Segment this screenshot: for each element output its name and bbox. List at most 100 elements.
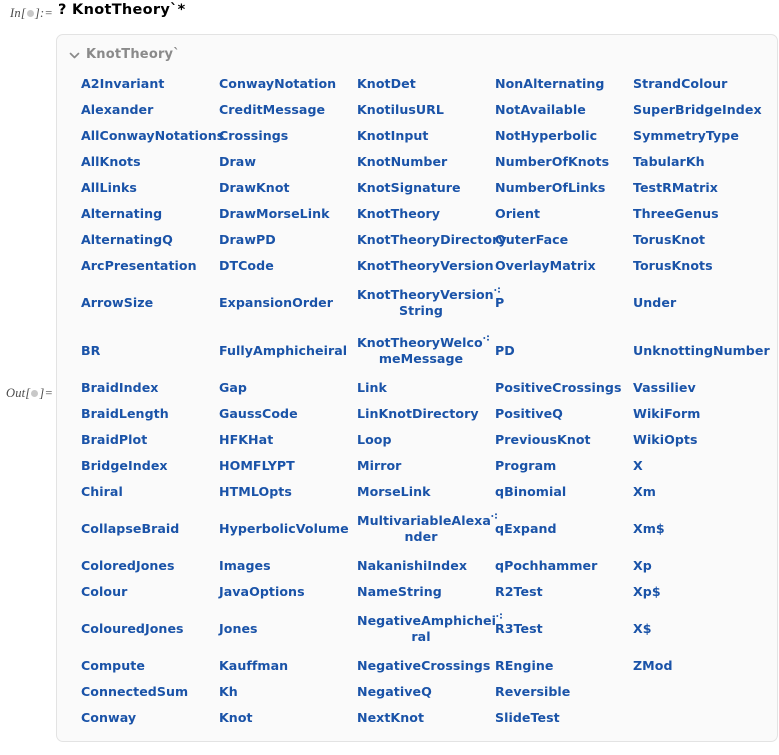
symbol-link[interactable]: NakanishiIndex	[357, 558, 467, 574]
symbol-link[interactable]: ZMod	[633, 658, 673, 674]
symbol-link[interactable]: KnotSignature	[357, 180, 461, 196]
symbol-link[interactable]: ColouredJones	[81, 621, 184, 637]
symbol-link[interactable]: PositiveQ	[495, 406, 563, 422]
symbol-link[interactable]: SlideTest	[495, 710, 560, 726]
symbol-link[interactable]: KnotTheoryVersion String	[357, 287, 500, 319]
symbol-link[interactable]: Under	[633, 295, 676, 311]
symbol-link[interactable]: Draw	[219, 154, 256, 170]
symbol-link[interactable]: GaussCode	[219, 406, 298, 422]
symbol-link[interactable]: Chiral	[81, 484, 123, 500]
symbol-link[interactable]: ConwayNotation	[219, 76, 336, 92]
symbol-link[interactable]: TestRMatrix	[633, 180, 718, 196]
symbol-link[interactable]: Mirror	[357, 458, 401, 474]
symbol-link[interactable]: JavaOptions	[219, 584, 305, 600]
symbol-link[interactable]: Images	[219, 558, 271, 574]
symbol-link[interactable]: AllKnots	[81, 154, 141, 170]
symbol-link[interactable]: NameString	[357, 584, 442, 600]
chevron-down-icon[interactable]	[69, 50, 80, 61]
symbol-link[interactable]: NonAlternating	[495, 76, 604, 92]
symbol-link[interactable]: PD	[495, 343, 515, 359]
symbol-link[interactable]: CreditMessage	[219, 102, 325, 118]
symbol-link[interactable]: SuperBridgeIndex	[633, 102, 762, 118]
symbol-link[interactable]: HOMFLYPT	[219, 458, 295, 474]
symbol-link[interactable]: KnotTheoryDirectory	[357, 232, 507, 248]
symbol-link[interactable]: Program	[495, 458, 556, 474]
symbol-link[interactable]: KnotNumber	[357, 154, 447, 170]
symbol-link[interactable]: BraidLength	[81, 406, 169, 422]
symbol-link[interactable]: Compute	[81, 658, 145, 674]
symbol-link[interactable]: ConnectedSum	[81, 684, 188, 700]
symbol-link[interactable]: ArrowSize	[81, 295, 153, 311]
symbol-link[interactable]: OverlayMatrix	[495, 258, 596, 274]
symbol-link[interactable]: qExpand	[495, 521, 557, 537]
symbol-link[interactable]: qBinomial	[495, 484, 566, 500]
symbol-link[interactable]: DrawMorseLink	[219, 206, 330, 222]
symbol-link[interactable]: NegativeCrossings	[357, 658, 490, 674]
symbol-link[interactable]: DTCode	[219, 258, 274, 274]
symbol-link[interactable]: Kh	[219, 684, 238, 700]
symbol-link[interactable]: Xm$	[633, 521, 665, 537]
symbol-link[interactable]: Alternating	[81, 206, 162, 222]
symbol-link[interactable]: NotHyperbolic	[495, 128, 597, 144]
symbol-link[interactable]: Alexander	[81, 102, 153, 118]
symbol-link[interactable]: BraidPlot	[81, 432, 147, 448]
symbol-link[interactable]: Xp$	[633, 584, 661, 600]
symbol-link[interactable]: NextKnot	[357, 710, 424, 726]
symbol-link[interactable]: AllLinks	[81, 180, 137, 196]
input-expression[interactable]: ? KnotTheory`*	[58, 2, 186, 18]
symbol-link[interactable]: LinKnotDirectory	[357, 406, 479, 422]
symbol-link[interactable]: TorusKnots	[633, 258, 713, 274]
symbol-link[interactable]: ColoredJones	[81, 558, 175, 574]
symbol-link[interactable]: KnotDet	[357, 76, 416, 92]
symbol-link[interactable]: Kauffman	[219, 658, 288, 674]
symbol-link[interactable]: FullyAmphicheiral	[219, 343, 347, 359]
symbol-link[interactable]: Knot	[219, 710, 253, 726]
symbol-link[interactable]: HyperbolicVolume	[219, 521, 349, 537]
symbol-link[interactable]: Loop	[357, 432, 392, 448]
symbol-link[interactable]: UnknottingNumber	[633, 343, 770, 359]
symbol-link[interactable]: CollapseBraid	[81, 521, 179, 537]
symbol-link[interactable]: AlternatingQ	[81, 232, 173, 248]
symbol-link[interactable]: PreviousKnot	[495, 432, 591, 448]
symbol-link[interactable]: Colour	[81, 584, 127, 600]
symbol-link[interactable]: DrawPD	[219, 232, 276, 248]
symbol-link[interactable]: KnotilusURL	[357, 102, 444, 118]
symbol-link[interactable]: X	[633, 458, 643, 474]
symbol-link[interactable]: Vassiliev	[633, 380, 696, 396]
symbol-link[interactable]: WikiOpts	[633, 432, 698, 448]
symbol-link[interactable]: A2Invariant	[81, 76, 164, 92]
symbol-link[interactable]: NumberOfLinks	[495, 180, 605, 196]
symbol-link[interactable]: Xp	[633, 558, 652, 574]
symbol-link[interactable]: ArcPresentation	[81, 258, 197, 274]
symbol-link[interactable]: ThreeGenus	[633, 206, 719, 222]
symbol-link[interactable]: Reversible	[495, 684, 570, 700]
symbol-link[interactable]: Crossings	[219, 128, 288, 144]
symbol-link[interactable]: qPochhammer	[495, 558, 597, 574]
symbol-link[interactable]: KnotTheory	[357, 206, 440, 222]
symbol-link[interactable]: Orient	[495, 206, 540, 222]
symbol-link[interactable]: HTMLOpts	[219, 484, 292, 500]
symbol-link[interactable]: KnotTheoryVersion	[357, 258, 494, 274]
symbol-link[interactable]: ExpansionOrder	[219, 295, 333, 311]
symbol-link[interactable]: NegativeQ	[357, 684, 432, 700]
symbol-link[interactable]: MultivariableAlexa nder	[357, 513, 497, 545]
symbol-link[interactable]: KnotTheoryWelco meMessage	[357, 335, 489, 367]
symbol-link[interactable]: Gap	[219, 380, 247, 396]
symbol-link[interactable]: DrawKnot	[219, 180, 290, 196]
symbol-link[interactable]: TabularKh	[633, 154, 705, 170]
symbol-link[interactable]: REngine	[495, 658, 553, 674]
symbol-link[interactable]: BraidIndex	[81, 380, 158, 396]
symbol-link[interactable]: SymmetryType	[633, 128, 739, 144]
symbol-link[interactable]: NumberOfKnots	[495, 154, 609, 170]
symbol-link[interactable]: Link	[357, 380, 387, 396]
symbol-link[interactable]: X$	[633, 621, 652, 637]
symbol-link[interactable]: Jones	[219, 621, 258, 637]
symbol-link[interactable]: NegativeAmphichei ral	[357, 613, 502, 645]
symbol-link[interactable]: R2Test	[495, 584, 543, 600]
panel-header[interactable]: KnotTheory`	[69, 47, 180, 62]
symbol-link[interactable]: NotAvailable	[495, 102, 586, 118]
symbol-link[interactable]: MorseLink	[357, 484, 431, 500]
symbol-link[interactable]: Conway	[81, 710, 136, 726]
symbol-link[interactable]: OuterFace	[495, 232, 568, 248]
symbol-link[interactable]: BridgeIndex	[81, 458, 168, 474]
